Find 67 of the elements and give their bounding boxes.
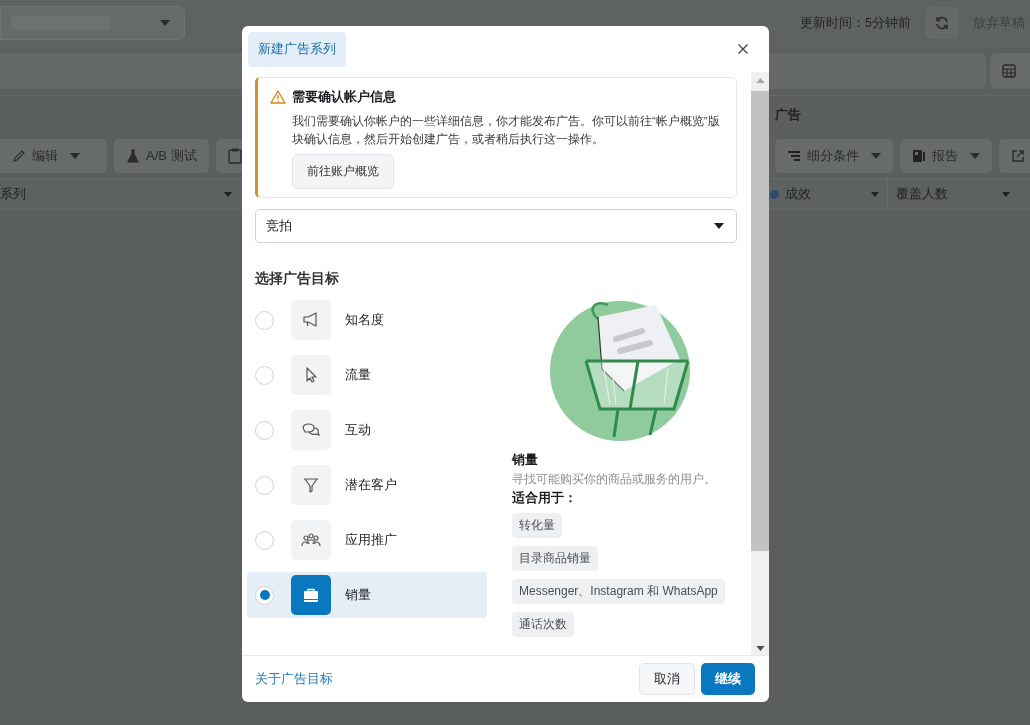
tag: 转化量 bbox=[512, 513, 562, 538]
scroll-up-icon[interactable] bbox=[755, 78, 765, 83]
objective-description: 寻找可能购买你的商品或服务的用户。 bbox=[512, 472, 716, 487]
scroll-down-icon[interactable] bbox=[755, 646, 765, 651]
toolbar-button[interactable]: 细分条件 bbox=[775, 139, 893, 173]
people-icon bbox=[301, 532, 321, 548]
update-time: 更新时间：5分钟前 bbox=[800, 14, 911, 32]
radio-button[interactable] bbox=[255, 585, 274, 605]
caret-icon bbox=[160, 20, 170, 26]
close-icon[interactable] bbox=[737, 43, 749, 55]
column-header[interactable]: 系列 bbox=[0, 179, 240, 209]
caret-icon bbox=[871, 191, 879, 197]
objective-option[interactable]: 应用推广 bbox=[247, 517, 487, 563]
column-header[interactable]: 覆盖人数 bbox=[888, 179, 1018, 209]
tag: Messenger、Instagram 和 WhatsApp bbox=[512, 579, 725, 604]
objective-option[interactable]: 流量 bbox=[247, 352, 487, 398]
table-icon bbox=[1002, 64, 1017, 78]
good-for-label: 适合用于： bbox=[512, 490, 577, 507]
caret-icon bbox=[714, 223, 724, 229]
bars-icon bbox=[787, 150, 801, 162]
notice-title: 需要确认帐户信息 bbox=[292, 88, 396, 106]
continue-button[interactable]: 继续 bbox=[701, 663, 755, 695]
radio-button[interactable] bbox=[255, 310, 274, 330]
flask-icon bbox=[126, 149, 140, 163]
funnel-icon bbox=[302, 476, 320, 494]
about-objectives-link[interactable]: 关于广告目标 bbox=[255, 670, 333, 688]
toolbar-button[interactable]: 编辑 bbox=[0, 139, 107, 173]
cancel-button[interactable]: 取消 bbox=[639, 663, 695, 695]
toolbar-button[interactable]: 报告 bbox=[900, 139, 992, 173]
shopping-bag-icon bbox=[302, 586, 320, 604]
section-tab[interactable]: 广告 bbox=[775, 106, 801, 124]
export-icon bbox=[1011, 149, 1025, 163]
megaphone-icon bbox=[302, 311, 320, 329]
radio-button[interactable] bbox=[255, 530, 274, 550]
columns-button[interactable] bbox=[990, 53, 1030, 89]
caret-icon bbox=[70, 153, 80, 159]
tag: 目录商品销量 bbox=[512, 546, 598, 571]
radio-button[interactable] bbox=[255, 420, 274, 440]
refresh-button[interactable] bbox=[924, 7, 959, 39]
caret-icon bbox=[1002, 191, 1010, 197]
account-overview-button[interactable]: 前往账户概览 bbox=[292, 154, 394, 189]
scrollbar[interactable] bbox=[751, 72, 769, 655]
account-dropdown[interactable] bbox=[0, 6, 185, 40]
tag: 通话次数 bbox=[512, 612, 574, 637]
radio-button[interactable] bbox=[255, 475, 274, 495]
buying-type-dropdown[interactable]: 竞拍 bbox=[255, 209, 737, 243]
toolbar-button[interactable]: A/B 测试 bbox=[114, 139, 209, 173]
chat-bubbles-icon bbox=[301, 421, 321, 439]
objective-option[interactable]: 销量 bbox=[247, 572, 487, 618]
caret-icon bbox=[970, 153, 980, 159]
pencil-icon bbox=[12, 149, 26, 163]
objective-option[interactable]: 潜在客户 bbox=[247, 462, 487, 508]
caret-icon bbox=[224, 191, 232, 197]
objective-title: 销量 bbox=[512, 451, 538, 469]
caret-icon bbox=[871, 153, 881, 159]
dialog-title: 新建广告系列 bbox=[248, 31, 346, 67]
objective-heading: 选择广告目标 bbox=[255, 270, 340, 288]
objective-option[interactable]: 知名度 bbox=[247, 297, 487, 343]
notice-text: 我们需要确认你帐户的一些详细信息，你才能发布广告。你可以前往“帐户概览”版块确认信息，然后开始创建广告，或者稍后执行这一操作。 bbox=[292, 113, 721, 147]
warning-icon bbox=[270, 90, 286, 104]
export-button[interactable] bbox=[999, 139, 1030, 173]
clipboard-icon bbox=[227, 148, 242, 164]
objective-option[interactable]: 互动 bbox=[247, 407, 487, 453]
report-icon bbox=[912, 149, 926, 163]
refresh-icon bbox=[933, 15, 950, 31]
info-icon bbox=[770, 189, 779, 199]
radio-button[interactable] bbox=[255, 365, 274, 385]
